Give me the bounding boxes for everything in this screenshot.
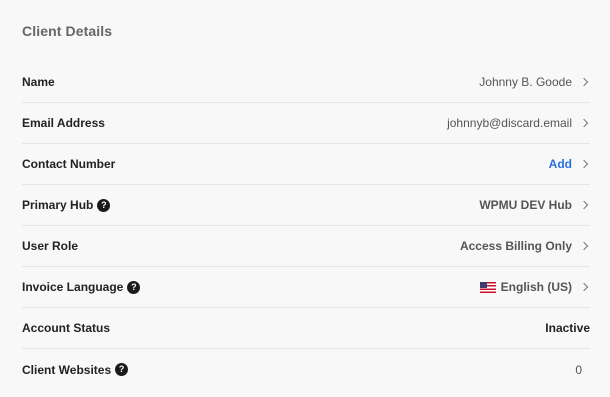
primary-hub-label: Primary Hub bbox=[22, 198, 94, 212]
name-value-button[interactable]: Johnny B. Goode bbox=[479, 75, 590, 89]
user-role-value: Access Billing Only bbox=[459, 239, 572, 253]
language-label-group: Invoice Language ? bbox=[22, 280, 141, 294]
primary-hub-value: WPMU DEV Hub bbox=[479, 198, 572, 212]
question-circle-icon[interactable]: ? bbox=[115, 363, 129, 376]
user-role-label: User Role bbox=[22, 239, 79, 253]
row-primary-hub[interactable]: Primary Hub ? WPMU DEV Hub bbox=[22, 185, 590, 226]
section-title: Client Details bbox=[22, 23, 113, 39]
invoice-language-value-button[interactable]: English (US) bbox=[479, 280, 590, 294]
us-flag-icon bbox=[479, 281, 496, 293]
account-status-value-group: Inactive bbox=[545, 321, 590, 335]
row-user-role[interactable]: User Role Access Billing Only bbox=[22, 226, 590, 267]
chevron-right-icon bbox=[579, 241, 589, 251]
invoice-language-label: Invoice Language bbox=[22, 280, 124, 294]
client-details-panel: Client Details Name Johnny B. Goode Emai… bbox=[0, 0, 610, 397]
user-role-value-button[interactable]: Access Billing Only bbox=[460, 239, 590, 253]
chevron-right-icon bbox=[579, 77, 589, 87]
role-label-group: User Role bbox=[22, 239, 78, 253]
question-circle-icon[interactable]: ? bbox=[97, 198, 111, 212]
row-email[interactable]: Email Address johnnyb@discard.email bbox=[22, 103, 590, 144]
email-label-group: Email Address bbox=[22, 116, 105, 130]
status-label-group: Account Status bbox=[22, 321, 110, 335]
add-contact-link[interactable]: Add bbox=[549, 157, 572, 171]
name-value: Johnny B. Goode bbox=[479, 75, 572, 89]
email-value: johnnyb@discard.email bbox=[447, 116, 572, 130]
email-label: Email Address bbox=[22, 116, 105, 130]
name-label-group: Name bbox=[22, 75, 55, 89]
chevron-right-icon bbox=[579, 282, 589, 292]
client-websites-label: Client Websites bbox=[22, 362, 112, 377]
add-contact-number-button[interactable]: Add bbox=[549, 157, 590, 171]
client-websites-value-group: 0 bbox=[575, 363, 590, 377]
chevron-right-icon bbox=[579, 118, 589, 128]
account-status-label: Account Status bbox=[22, 321, 111, 335]
contact-label-group: Contact Number bbox=[22, 157, 115, 171]
row-client-websites: Client Websites ? 0 bbox=[22, 349, 590, 390]
hub-label-group: Primary Hub ? bbox=[22, 198, 111, 212]
row-contact-number[interactable]: Contact Number Add bbox=[22, 144, 590, 185]
row-name[interactable]: Name Johnny B. Goode bbox=[22, 62, 590, 103]
client-websites-count: 0 bbox=[575, 362, 582, 377]
client-details-list: Name Johnny B. Goode Email Address johnn… bbox=[22, 62, 590, 390]
name-label: Name bbox=[22, 75, 55, 89]
websites-label-group: Client Websites ? bbox=[22, 362, 129, 377]
primary-hub-value-button[interactable]: WPMU DEV Hub bbox=[479, 198, 590, 212]
account-status-value: Inactive bbox=[545, 321, 590, 335]
chevron-right-icon bbox=[579, 159, 589, 169]
invoice-language-value: English (US) bbox=[500, 280, 572, 294]
question-circle-icon[interactable]: ? bbox=[127, 280, 141, 294]
row-account-status: Account Status Inactive bbox=[22, 308, 590, 349]
contact-number-label: Contact Number bbox=[22, 157, 116, 171]
chevron-right-icon bbox=[579, 200, 589, 210]
row-invoice-language[interactable]: Invoice Language ? English (US) bbox=[22, 267, 590, 308]
email-value-button[interactable]: johnnyb@discard.email bbox=[447, 116, 590, 130]
